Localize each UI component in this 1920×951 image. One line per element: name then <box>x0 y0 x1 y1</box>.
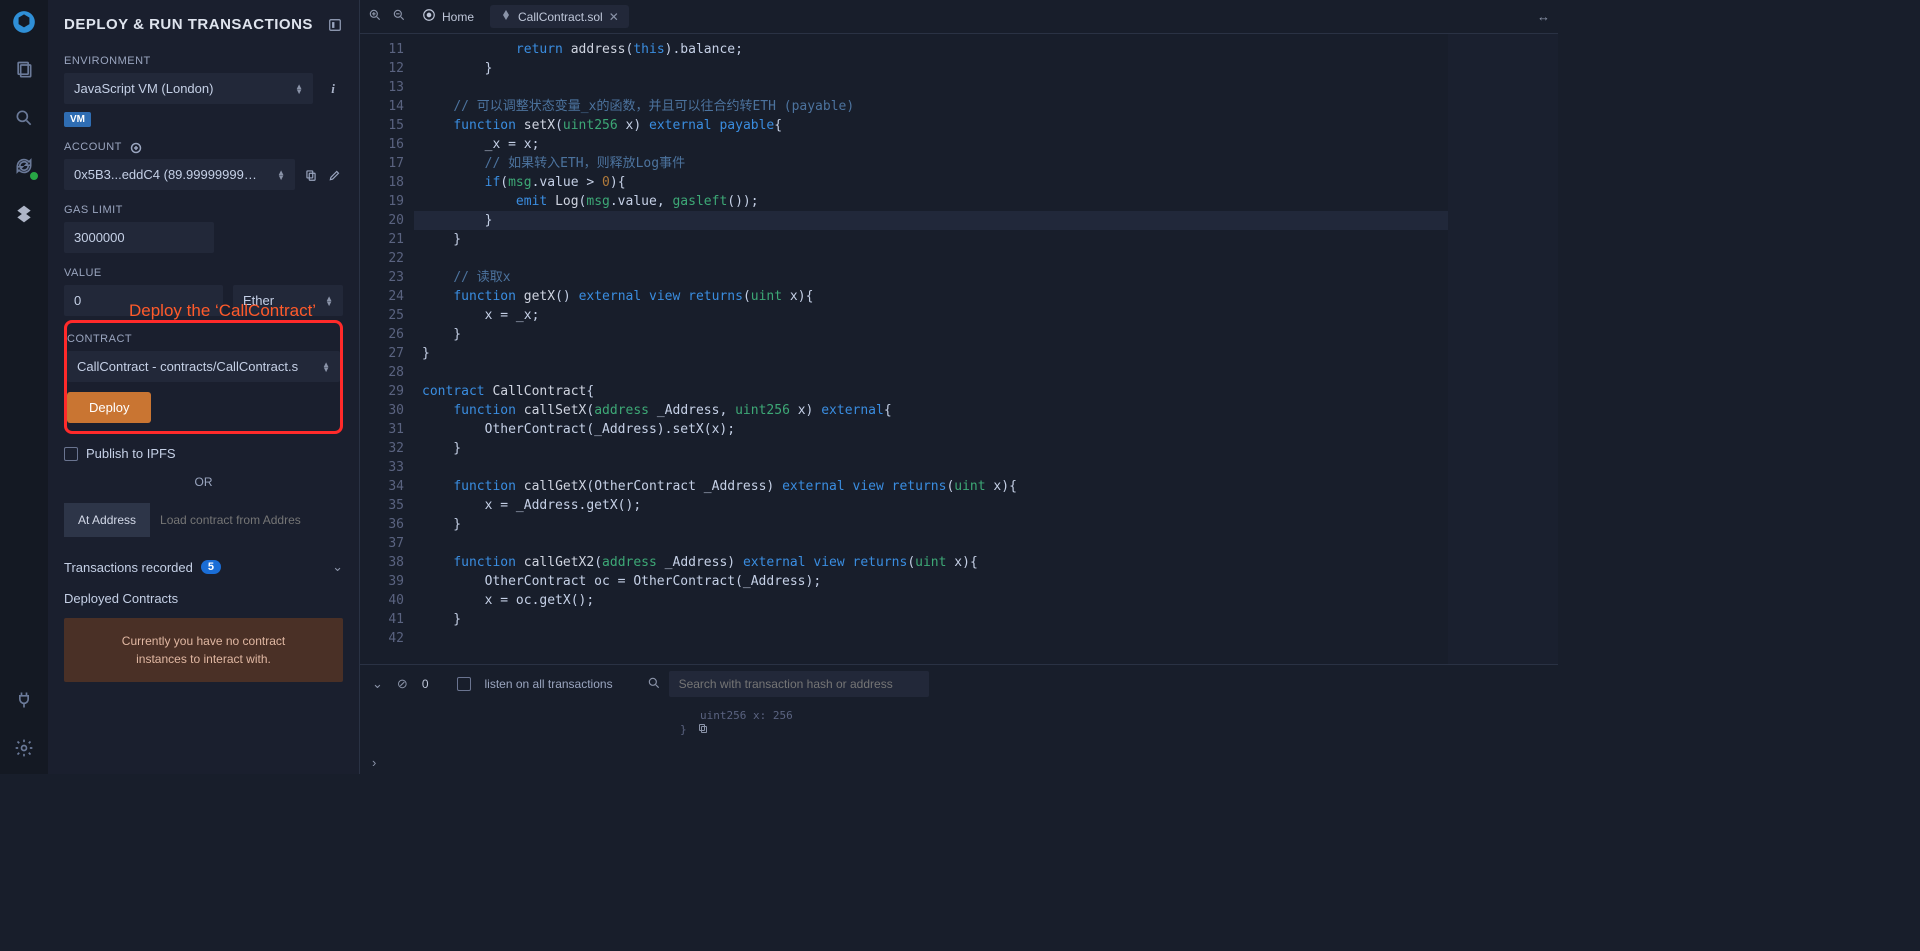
env-info-icon[interactable]: i <box>323 81 343 97</box>
tab-file-label: CallContract.sol <box>518 10 603 24</box>
logo-icon[interactable] <box>10 8 38 36</box>
gaslimit-field[interactable] <box>74 230 204 245</box>
chevron-down-icon[interactable]: ⌄ <box>332 559 343 575</box>
plugin-icon[interactable] <box>10 686 38 714</box>
listen-label: listen on all transactions <box>485 677 613 691</box>
add-account-icon[interactable] <box>128 140 144 156</box>
panel-title: DEPLOY & RUN TRANSACTIONS <box>64 16 313 33</box>
terminal-chevron-icon[interactable]: ⌄ <box>372 676 383 692</box>
publish-ipfs-label: Publish to IPFS <box>86 446 176 461</box>
contract-label: CONTRACT <box>67 333 340 345</box>
tx-count-badge: 5 <box>201 560 221 574</box>
environment-label: ENVIRONMENT <box>64 55 343 67</box>
at-address-button[interactable]: At Address <box>64 503 150 537</box>
expand-icon[interactable]: ↔ <box>1537 9 1550 24</box>
environment-value: JavaScript VM (London) <box>74 81 213 96</box>
search-icon[interactable] <box>10 104 38 132</box>
compile-icon[interactable] <box>10 152 38 180</box>
code-content[interactable]: return address(this).balance; } // 可以调整状… <box>414 34 1448 664</box>
tx-recorded-label: Transactions recorded <box>64 560 193 575</box>
terminal-search-icon[interactable] <box>647 676 661 693</box>
gaslimit-input[interactable] <box>64 222 214 253</box>
solidity-icon <box>500 9 512 24</box>
files-icon[interactable] <box>10 56 38 84</box>
zoom-in-icon[interactable] <box>368 8 382 25</box>
zoom-out-icon[interactable] <box>392 8 406 25</box>
deploy-panel: DEPLOY & RUN TRANSACTIONS ENVIRONMENT Ja… <box>48 0 360 774</box>
main-area: Home CallContract.sol ✕ ↔ 11121314151617… <box>360 0 1558 774</box>
contract-value: CallContract - contracts/CallContract.s <box>77 359 298 374</box>
terminal-prompt[interactable]: › <box>360 751 1558 774</box>
updown-icon: ▲▼ <box>322 362 330 372</box>
terminal-output: uint256 x: 256 } <box>360 703 1558 751</box>
tab-home-label: Home <box>442 10 474 24</box>
contract-select[interactable]: CallContract - contracts/CallContract.s … <box>67 351 340 382</box>
tab-home[interactable]: Home <box>412 4 484 29</box>
annotation-text: Deploy the ‘CallContract’ <box>129 301 316 321</box>
copy-output-icon[interactable] <box>697 722 709 737</box>
publish-ipfs-checkbox[interactable] <box>64 447 78 461</box>
tabs-row: Home CallContract.sol ✕ ↔ <box>360 0 1558 34</box>
close-tab-icon[interactable]: ✕ <box>609 10 619 24</box>
line-gutter: 1112131415161718192021222324252627282930… <box>360 34 414 664</box>
value-label: VALUE <box>64 267 343 279</box>
environment-select[interactable]: JavaScript VM (London) ▲▼ <box>64 73 313 104</box>
annotation-box: Deploy the ‘CallContract’ CONTRACT CallC… <box>64 320 343 434</box>
listen-checkbox[interactable] <box>457 677 471 691</box>
home-icon <box>422 8 436 25</box>
copy-account-icon[interactable] <box>303 167 319 183</box>
terminal-search-input[interactable] <box>669 671 929 697</box>
deployed-contracts-label: Deployed Contracts <box>64 591 343 606</box>
panel-collapse-icon[interactable] <box>327 17 343 33</box>
updown-icon: ▲▼ <box>277 170 285 180</box>
edit-account-icon[interactable] <box>327 167 343 183</box>
account-label: ACCOUNT <box>64 141 122 153</box>
no-contract-message: Currently you have no contract instances… <box>64 618 343 682</box>
updown-icon: ▲▼ <box>325 296 333 306</box>
account-value: 0x5B3...eddC4 (89.99999999… <box>74 167 257 182</box>
updown-icon: ▲▼ <box>295 84 303 94</box>
or-separator: OR <box>64 475 343 489</box>
minimap[interactable] <box>1448 34 1558 664</box>
account-select[interactable]: 0x5B3...eddC4 (89.99999999… ▲▼ <box>64 159 295 190</box>
editor-area[interactable]: 1112131415161718192021222324252627282930… <box>360 34 1558 664</box>
tab-file[interactable]: CallContract.sol ✕ <box>490 5 629 28</box>
pending-count: 0 <box>422 677 429 691</box>
icon-sidebar <box>0 0 48 774</box>
terminal-panel: ⌄ ⊘ 0 listen on all transactions uint256… <box>360 664 1558 774</box>
clear-terminal-icon[interactable]: ⊘ <box>397 676 408 692</box>
gaslimit-label: GAS LIMIT <box>64 204 343 216</box>
settings-icon[interactable] <box>10 734 38 762</box>
deploy-icon[interactable] <box>10 200 38 228</box>
vm-badge: VM <box>64 112 91 127</box>
deploy-button[interactable]: Deploy <box>67 392 151 423</box>
at-address-input[interactable] <box>150 503 343 537</box>
